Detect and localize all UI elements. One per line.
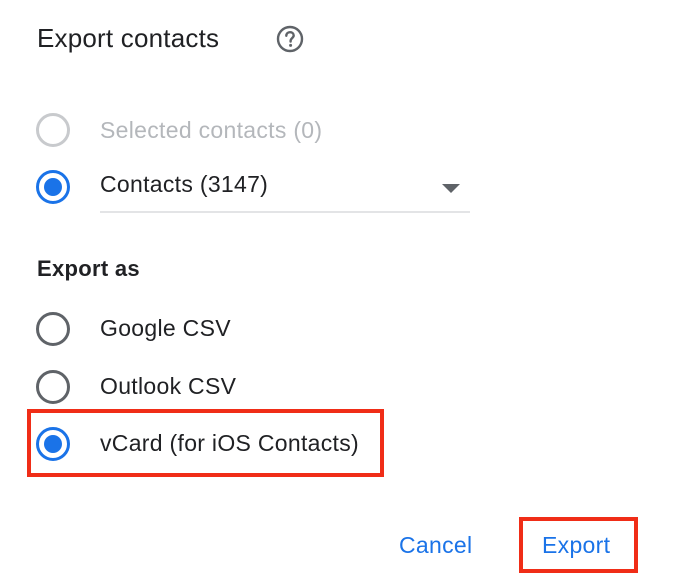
dialog-title: Export contacts (37, 23, 220, 53)
radio-label-outlook-csv: Outlook CSV (100, 373, 237, 399)
export-option-google-csv[interactable]: Google CSV (0, 306, 680, 350)
scope-option-selected-contacts: Selected contacts (0) (0, 108, 680, 152)
radio-outlook-csv[interactable] (35, 369, 71, 405)
radio-google-csv[interactable] (35, 311, 71, 347)
radio-contacts[interactable] (35, 169, 71, 205)
cancel-button[interactable]: Cancel (399, 530, 472, 560)
vcard-highlight-box (27, 409, 384, 477)
export-option-outlook-csv[interactable]: Outlook CSV (0, 364, 680, 408)
help-icon[interactable] (275, 24, 305, 54)
contacts-group-select[interactable]: Contacts (3147) (100, 167, 470, 213)
radio-selected-contacts (36, 113, 70, 147)
radio-label-google-csv: Google CSV (100, 315, 231, 341)
radio-label-selected-contacts: Selected contacts (0) (100, 117, 323, 143)
export-as-heading: Export as (37, 256, 140, 281)
select-value: Contacts (3147) (100, 171, 269, 197)
dropdown-arrow-icon[interactable] (440, 181, 462, 195)
export-contacts-dialog: Export contacts Selected contacts (0) Co… (0, 0, 680, 579)
export-highlight-box (519, 517, 638, 573)
